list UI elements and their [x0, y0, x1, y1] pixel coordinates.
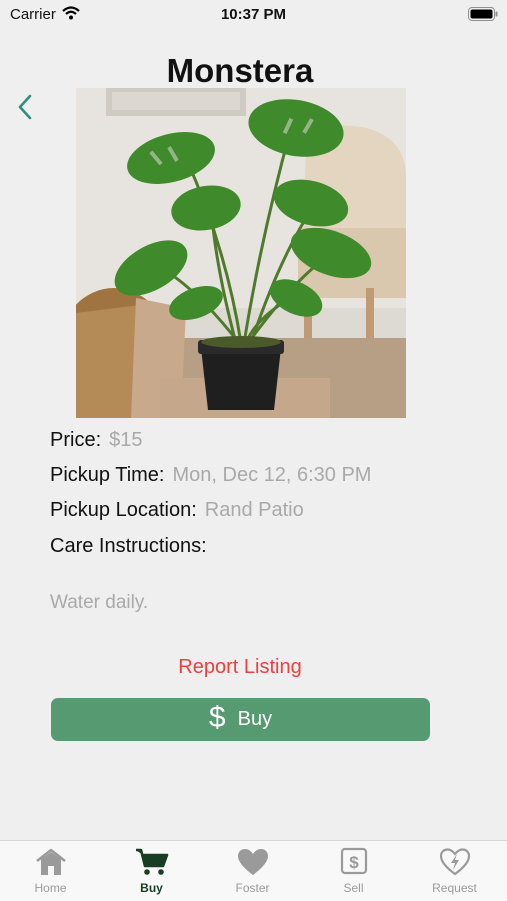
buy-button-label: Buy [237, 708, 273, 730]
svg-text:$: $ [349, 853, 359, 872]
tab-buy-label: Buy [140, 881, 163, 895]
battery-icon [468, 7, 498, 21]
pickup-location-row: Pickup Location: Rand Patio [50, 499, 304, 522]
plant-photo [76, 88, 406, 418]
tab-sell-label: Sell [343, 881, 364, 895]
buy-button[interactable]: $ Buy [51, 698, 430, 741]
tab-sell[interactable]: $ Sell [303, 847, 404, 895]
heart-icon [237, 849, 268, 875]
tab-home[interactable]: Home [0, 847, 101, 895]
dollar-icon: $ [208, 701, 226, 734]
dollar-square-icon: $ [340, 847, 367, 875]
tab-home-label: Home [34, 881, 67, 895]
pickup-time-row: Pickup Time: Mon, Dec 12, 6:30 PM [50, 464, 371, 487]
pickup-time-value: Mon, Dec 12, 6:30 PM [172, 464, 372, 486]
care-instructions-row: Care Instructions: [50, 535, 207, 558]
pickup-location-label: Pickup Location: [50, 499, 197, 521]
status-bar: Carrier 10:37 PM [0, 0, 507, 30]
tab-bar: Home Buy Foster $ Sell Request [0, 840, 507, 901]
bolt-heart-icon [439, 848, 470, 876]
page-title: Monstera [166, 52, 314, 89]
price-row: Price: $15 [50, 429, 143, 452]
tab-buy[interactable]: Buy [101, 847, 202, 895]
price-label: Price: [50, 429, 102, 451]
house-icon [35, 848, 66, 875]
tab-request-label: Request [432, 881, 477, 895]
care-instructions-text: Water daily. [50, 592, 149, 613]
report-listing-button[interactable]: Report Listing [0, 656, 480, 679]
status-time: 10:37 PM [220, 6, 287, 23]
back-chevron-icon[interactable] [12, 92, 38, 122]
cart-icon [135, 848, 168, 875]
tab-foster[interactable]: Foster [202, 847, 303, 895]
pickup-location-value: Rand Patio [204, 499, 304, 521]
tab-foster-label: Foster [235, 881, 270, 895]
tab-request[interactable]: Request [404, 847, 505, 895]
care-instructions-label: Care Instructions: [50, 535, 207, 557]
price-value: $15 [109, 429, 143, 451]
pickup-time-label: Pickup Time: [50, 464, 165, 486]
